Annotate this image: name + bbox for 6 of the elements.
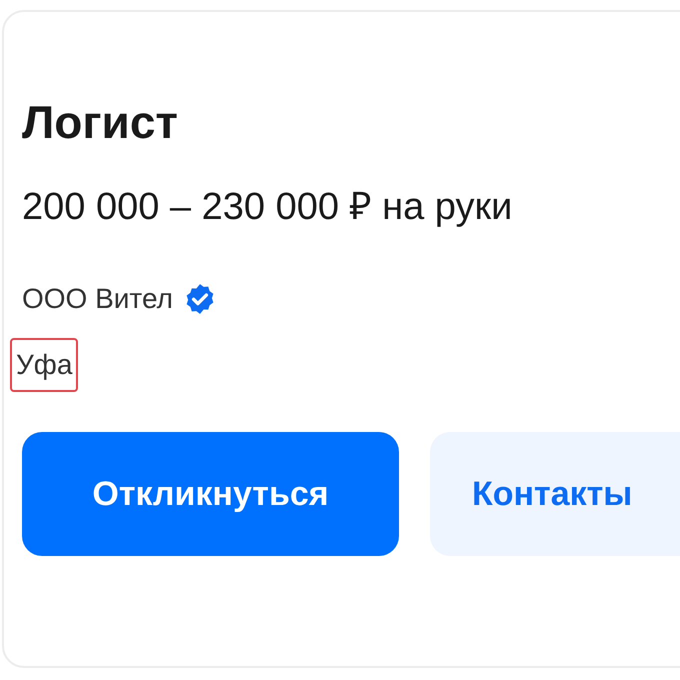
salary-text: 200 000 – 230 000 ₽ на руки: [22, 185, 514, 230]
city-text: Уфа: [10, 338, 78, 392]
vacancy-title: Логист: [22, 95, 179, 150]
company-name: ООО Вител: [22, 282, 173, 316]
contacts-button[interactable]: Контакты: [430, 432, 680, 556]
respond-button[interactable]: Откликнуться: [22, 432, 399, 556]
